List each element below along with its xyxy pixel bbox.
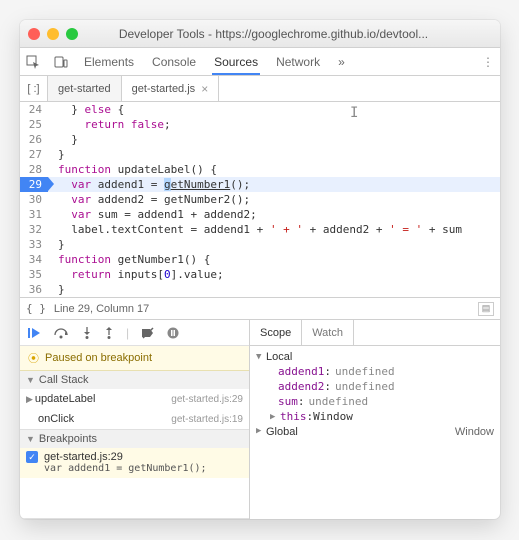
triangle-right-icon[interactable]: ▶ [270, 412, 280, 422]
triangle-down-icon: ▼ [26, 434, 35, 444]
minimize-button[interactable] [47, 28, 59, 40]
debug-controls: | [20, 320, 249, 346]
code-line[interactable]: function updateLabel() { [48, 162, 500, 177]
pretty-print-icon[interactable]: { } [26, 302, 46, 315]
maximize-button[interactable] [66, 28, 78, 40]
triangle-down-icon[interactable]: ▼ [256, 352, 266, 362]
triangle-down-icon: ▼ [26, 375, 35, 385]
code-line[interactable]: } [48, 132, 500, 147]
tab-scope[interactable]: Scope [250, 320, 302, 345]
close-button[interactable] [28, 28, 40, 40]
line-number[interactable]: 29 [20, 177, 48, 192]
line-number[interactable]: 34 [20, 252, 48, 267]
line-number[interactable]: 26 [20, 132, 48, 147]
code-line[interactable]: var addend1 = getNumber1(); [48, 177, 500, 192]
call-stack-header[interactable]: ▼Call Stack [20, 371, 249, 389]
cursor-position: Line 29, Column 17 [54, 303, 149, 315]
scope-variable[interactable]: sum: undefined [278, 394, 494, 409]
close-icon[interactable]: × [201, 82, 208, 96]
code-line[interactable]: function getNumber1() { [48, 252, 500, 267]
tab-console[interactable]: Console [150, 49, 198, 74]
code-line[interactable]: } else { [48, 102, 500, 117]
breakpoint-item[interactable]: ✓ get-started.js:29 [20, 448, 249, 463]
info-icon: ⦿ [28, 350, 39, 366]
paused-banner: ⦿ Paused on breakpoint [20, 346, 249, 371]
tab-sources[interactable]: Sources [212, 49, 260, 75]
code-editor[interactable]: 𝙸 24 } else {25 return false;26 }27}28fu… [20, 102, 500, 297]
scope-tree[interactable]: ▼Local addend1: undefinedaddend2: undefi… [250, 346, 500, 519]
step-out-icon[interactable] [104, 327, 114, 339]
line-number[interactable]: 35 [20, 267, 48, 282]
code-line[interactable]: label.textContent = addend1 + ' + ' + ad… [48, 222, 500, 237]
call-stack-frame[interactable]: onClickget-started.js:19 [20, 409, 249, 429]
coverage-icon[interactable]: ▤ [478, 302, 494, 316]
line-number[interactable]: 24 [20, 102, 48, 117]
breakpoints-header[interactable]: ▼Breakpoints [20, 430, 249, 448]
code-line[interactable]: } [48, 282, 500, 297]
line-number[interactable]: 36 [20, 282, 48, 297]
tab-network[interactable]: Network [274, 49, 322, 74]
step-over-icon[interactable] [54, 327, 70, 339]
line-number[interactable]: 32 [20, 222, 48, 237]
pause-exceptions-icon[interactable] [167, 327, 179, 339]
line-number[interactable]: 28 [20, 162, 48, 177]
scope-watch-tabs: Scope Watch [250, 320, 500, 346]
line-number[interactable]: 33 [20, 237, 48, 252]
checkbox-checked-icon[interactable]: ✓ [26, 451, 38, 463]
debugger-pane: | ⦿ Paused on breakpoint ▼Call Stack ▶ u… [20, 319, 500, 519]
code-line[interactable]: return inputs[0].value; [48, 267, 500, 282]
tabs-overflow-icon[interactable]: » [338, 55, 345, 69]
scope-variable[interactable]: addend2: undefined [278, 379, 494, 394]
code-line[interactable]: } [48, 147, 500, 162]
panel-tabs: Elements Console Sources Network » ⋮ [20, 48, 500, 76]
tab-elements[interactable]: Elements [82, 49, 136, 74]
navigator-toggle-icon[interactable]: [ :] [20, 76, 48, 101]
resume-icon[interactable] [28, 327, 42, 339]
line-number[interactable]: 31 [20, 207, 48, 222]
line-number[interactable]: 30 [20, 192, 48, 207]
file-tab-get-started-js[interactable]: get-started.js× [122, 76, 220, 101]
code-line[interactable]: var sum = addend1 + addend2; [48, 207, 500, 222]
step-into-icon[interactable] [82, 327, 92, 339]
editor-statusbar: { } Line 29, Column 17 ▤ [20, 297, 500, 319]
triangle-right-icon[interactable]: ▶ [256, 426, 266, 438]
window-title: Developer Tools - https://googlechrome.g… [85, 27, 492, 41]
file-tab-get-started[interactable]: get-started [48, 76, 122, 101]
line-number[interactable]: 25 [20, 117, 48, 132]
code-line[interactable]: } [48, 237, 500, 252]
code-line[interactable]: return false; [48, 117, 500, 132]
line-number[interactable]: 27 [20, 147, 48, 162]
inspect-icon[interactable] [26, 55, 40, 69]
text-cursor-icon: 𝙸 [350, 106, 358, 121]
tab-watch[interactable]: Watch [302, 320, 354, 345]
device-icon[interactable] [54, 55, 68, 69]
call-stack-frame[interactable]: ▶ updateLabelget-started.js:29 [20, 389, 249, 409]
menu-icon[interactable]: ⋮ [482, 55, 494, 69]
titlebar: Developer Tools - https://googlechrome.g… [20, 20, 500, 48]
devtools-window: Developer Tools - https://googlechrome.g… [20, 20, 500, 519]
breakpoint-code: var addend1 = getNumber1(); [20, 463, 249, 478]
scope-variable[interactable]: addend1: undefined [278, 364, 494, 379]
code-line[interactable]: var addend2 = getNumber2(); [48, 192, 500, 207]
file-tabs: [ :] get-started get-started.js× [20, 76, 500, 102]
deactivate-breakpoints-icon[interactable] [141, 327, 155, 339]
